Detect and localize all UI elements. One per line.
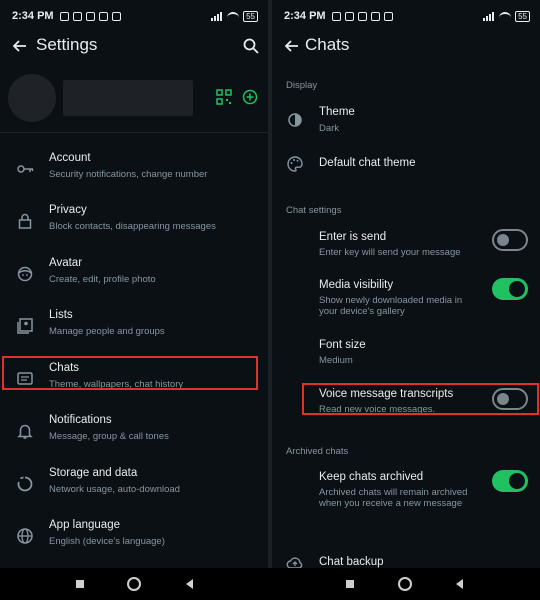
setting-keep-chats-archived[interactable]: Keep chats archived Archived chats will … xyxy=(272,468,540,526)
home-circle-icon[interactable] xyxy=(397,576,413,592)
settings-item-label: Account xyxy=(49,152,91,164)
settings-item-sub: Network usage, auto-download xyxy=(49,484,180,495)
settings-item-avatar[interactable]: Avatar Create, edit, profile photo xyxy=(0,251,268,301)
chat-icon xyxy=(17,372,33,385)
setting-value: Dark xyxy=(319,123,340,134)
settings-item-label: Chats xyxy=(49,362,80,374)
settings-item-label: Privacy xyxy=(49,204,87,216)
setting-value: Medium xyxy=(319,355,353,366)
settings-item-sub: Block contacts, disappearing messages xyxy=(49,221,216,232)
status-time: 2:34 PM xyxy=(12,10,54,22)
avatar-face-icon xyxy=(17,266,33,282)
setting-sub: Archived chats will remain archived when… xyxy=(319,487,468,509)
setting-font-size[interactable]: Font size Medium xyxy=(272,336,540,368)
settings-screen: 2:34 PM 55 Settings Account Security not… xyxy=(0,0,268,600)
battery-icon: 55 xyxy=(515,10,530,22)
palette-icon xyxy=(287,156,303,172)
settings-item-label: Lists xyxy=(49,309,73,321)
setting-label: Keep chats archived xyxy=(319,471,424,483)
keep-archived-toggle[interactable] xyxy=(492,470,528,492)
back-triangle-icon[interactable] xyxy=(452,576,468,592)
search-icon[interactable] xyxy=(242,37,260,55)
bell-icon xyxy=(17,424,33,439)
profile-name-redacted xyxy=(63,80,193,116)
lists-icon xyxy=(17,318,33,334)
settings-item-label: Notifications xyxy=(49,414,112,426)
setting-sub: Read new voice messages. xyxy=(319,404,436,415)
wifi-icon xyxy=(227,11,240,21)
settings-item-sub: Create, edit, profile photo xyxy=(49,274,156,285)
theme-icon xyxy=(288,113,302,127)
setting-label: Voice message transcripts xyxy=(319,388,454,400)
setting-sub: Show newly downloaded media in your devi… xyxy=(319,295,463,317)
enter-is-send-toggle[interactable] xyxy=(492,229,528,251)
settings-item-sub: Security notifications, change number xyxy=(49,169,208,180)
divider xyxy=(0,132,268,133)
section-header-archived: Archived chats xyxy=(286,446,349,457)
settings-item-label: Avatar xyxy=(49,257,83,269)
signal-icon xyxy=(211,11,223,21)
setting-label: Default chat theme xyxy=(319,157,416,169)
app-bar: Chats xyxy=(272,32,540,60)
back-triangle-icon[interactable] xyxy=(182,576,198,592)
page-title: Settings xyxy=(36,35,98,54)
chats-settings-screen: 2:34 PM 55 Chats Display Theme Dark Defa… xyxy=(272,0,540,600)
setting-enter-is-send[interactable]: Enter is send Enter key will send your m… xyxy=(272,228,540,264)
avatar[interactable] xyxy=(8,74,56,122)
setting-label: Theme xyxy=(319,106,355,118)
data-circle-icon xyxy=(17,476,33,492)
status-bar: 2:34 PM 55 xyxy=(0,0,268,32)
notification-icons xyxy=(331,11,393,21)
app-bar: Settings xyxy=(0,32,268,60)
status-bar: 2:34 PM 55 xyxy=(272,0,540,32)
profile-header[interactable] xyxy=(8,72,260,124)
setting-theme[interactable]: Theme Dark xyxy=(272,102,540,138)
back-arrow-icon[interactable] xyxy=(282,36,302,56)
back-arrow-icon[interactable] xyxy=(10,36,30,56)
section-header-display: Display xyxy=(286,80,318,91)
settings-item-notifications[interactable]: Notifications Message, group & call tone… xyxy=(0,408,268,458)
settings-item-sub: Message, group & call tones xyxy=(49,431,169,442)
system-navigation-bar xyxy=(0,568,540,600)
notification-icons xyxy=(59,11,121,21)
settings-item-label: Storage and data xyxy=(49,467,138,479)
qr-code-icon[interactable] xyxy=(216,89,232,105)
status-time: 2:34 PM xyxy=(284,10,326,22)
voice-transcripts-toggle[interactable] xyxy=(492,388,528,410)
settings-item-label: App language xyxy=(49,519,120,531)
home-circle-icon[interactable] xyxy=(126,576,142,592)
settings-item-sub: English (device's language) xyxy=(49,536,165,547)
signal-icon xyxy=(483,11,495,21)
setting-label: Chat backup xyxy=(319,556,384,568)
setting-voice-message-transcripts[interactable]: Voice message transcripts Read new voice… xyxy=(272,385,540,417)
settings-item-storage[interactable]: Storage and data Network usage, auto-dow… xyxy=(0,461,268,511)
settings-item-app-language[interactable]: App language English (device's language) xyxy=(0,513,268,563)
settings-item-account[interactable]: Account Security notifications, change n… xyxy=(0,146,268,196)
setting-media-visibility[interactable]: Media visibility Show newly downloaded m… xyxy=(272,276,540,324)
setting-label: Enter is send xyxy=(319,231,387,243)
wifi-icon xyxy=(499,11,512,21)
setting-default-chat-theme[interactable]: Default chat theme xyxy=(272,150,540,180)
recents-square-icon[interactable] xyxy=(342,576,358,592)
settings-item-privacy[interactable]: Privacy Block contacts, disappearing mes… xyxy=(0,198,268,248)
settings-item-lists[interactable]: Lists Manage people and groups xyxy=(0,303,268,353)
page-title: Chats xyxy=(305,35,350,54)
setting-label: Font size xyxy=(319,339,366,351)
key-icon xyxy=(17,165,34,173)
globe-icon xyxy=(17,528,33,544)
settings-item-sub: Theme, wallpapers, chat history xyxy=(49,379,184,390)
recents-square-icon[interactable] xyxy=(72,576,88,592)
setting-label: Media visibility xyxy=(319,279,394,291)
battery-icon: 55 xyxy=(243,10,258,22)
settings-item-sub: Manage people and groups xyxy=(49,326,165,337)
add-circle-icon[interactable] xyxy=(242,89,258,105)
setting-sub: Enter key will send your message xyxy=(319,247,461,258)
section-header-chat-settings: Chat settings xyxy=(286,205,342,216)
settings-item-chats[interactable]: Chats Theme, wallpapers, chat history xyxy=(0,356,268,406)
media-visibility-toggle[interactable] xyxy=(492,278,528,300)
lock-icon xyxy=(18,213,32,229)
